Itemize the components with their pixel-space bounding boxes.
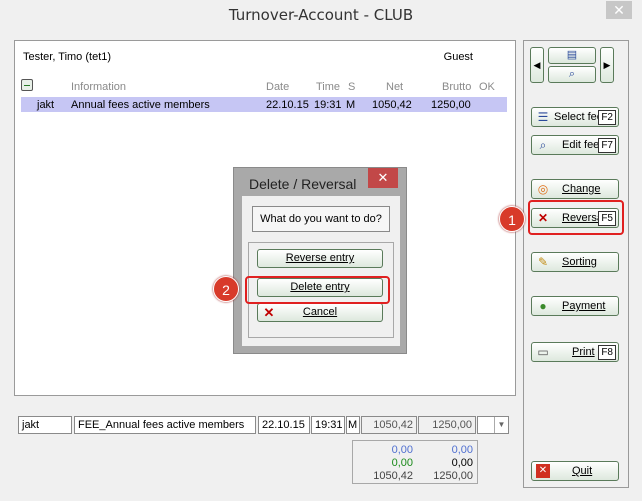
column-header-net[interactable]: Net	[386, 81, 403, 93]
column-header-ok[interactable]: OK	[479, 81, 495, 93]
customer-status: Guest	[443, 51, 473, 63]
ok-dropdown[interactable]: ▼	[477, 416, 509, 434]
delete-entry-highlight	[245, 276, 390, 304]
total-brutto-sum: 1250,00	[433, 470, 473, 482]
collapse-icon[interactable]	[21, 79, 33, 91]
window-title: Turnover-Account - CLUB	[228, 6, 414, 24]
dialog-body: What do you want to do? Reverse entry De…	[242, 196, 400, 346]
select-fee-button[interactable]: ☰ Select fee F2	[531, 107, 619, 127]
chevron-down-icon: ▼	[494, 417, 508, 433]
form-view-icon[interactable]: ▤	[548, 47, 596, 64]
delete-reversal-dialog: Delete / Reversal ✕ What do you want to …	[233, 167, 407, 354]
net-field: 1050,42	[361, 416, 417, 434]
dialog-close-icon[interactable]: ✕	[368, 168, 398, 188]
dialog-question: What do you want to do?	[252, 206, 390, 232]
cancel-button[interactable]: ✕ Cancel	[257, 303, 383, 322]
exit-icon: ✕	[536, 464, 550, 478]
column-header-time[interactable]: Time	[316, 81, 340, 93]
customer-name: Tester, Timo (tet1)	[23, 51, 112, 63]
search-icon[interactable]: ⌕	[548, 66, 596, 83]
fee-field[interactable]: FEE_Annual fees active members	[74, 416, 256, 434]
print-button[interactable]: ▭ Print F8	[531, 342, 619, 362]
code-field[interactable]: jakt	[18, 416, 72, 434]
close-icon[interactable]: ✕	[606, 1, 632, 19]
column-header-s[interactable]: S	[348, 81, 355, 93]
action-sidebar: ◀ ▤ ⌕ ▶ ☰ Select fee F2 ⌕ Edit fee F7 ◎ …	[523, 40, 629, 488]
step-badge-2: 2	[213, 276, 239, 302]
edit-fee-button[interactable]: ⌕ Edit fee F7	[531, 135, 619, 155]
row-date: 22.10.15	[266, 99, 309, 111]
total-brutto-open: 0,00	[451, 444, 473, 456]
time-field[interactable]: 19:31	[311, 416, 345, 434]
dialog-title: Delete / Reversal	[249, 176, 357, 192]
previous-arrow-icon[interactable]: ◀	[530, 47, 544, 83]
total-net-sum: 1050,42	[373, 470, 413, 482]
change-icon: ◎	[537, 182, 549, 196]
entry-detail-bar: jakt FEE_Annual fees active members 22.1…	[14, 408, 516, 488]
total-brutto-paid: 0,00	[451, 457, 473, 469]
navigation-controls: ◀ ▤ ⌕ ▶	[530, 47, 620, 85]
row-s: M	[346, 99, 356, 111]
reversal-highlight	[528, 200, 624, 235]
change-button[interactable]: ◎ Change	[531, 179, 619, 199]
row-brutto: 1250,00	[431, 99, 471, 111]
printer-icon: ▭	[537, 345, 549, 359]
column-header-information[interactable]: Information	[71, 81, 126, 93]
next-arrow-icon[interactable]: ▶	[600, 47, 614, 83]
quit-button[interactable]: ✕ Quit	[531, 461, 619, 481]
brutto-field: 1250,00	[418, 416, 476, 434]
cancel-icon: ✕	[263, 305, 275, 320]
step-badge-1: 1	[499, 206, 525, 232]
sorting-button[interactable]: ✎ Sorting	[531, 252, 619, 272]
row-time: 19:31	[314, 99, 342, 111]
wand-icon: ✎	[537, 255, 549, 269]
row-code: jakt	[37, 99, 55, 111]
coins-icon: ●	[539, 299, 547, 313]
reverse-entry-button[interactable]: Reverse entry	[257, 249, 383, 268]
column-header-brutto[interactable]: Brutto	[442, 81, 471, 93]
list-icon: ☰	[537, 110, 549, 124]
totals-box: 0,00 0,00 0,00 0,00 1050,42 1250,00	[352, 440, 478, 484]
s-field[interactable]: M	[346, 416, 360, 434]
row-net: 1050,42	[372, 99, 412, 111]
payment-button[interactable]: ● Payment	[531, 296, 619, 316]
column-header-date[interactable]: Date	[266, 81, 289, 93]
total-net-paid: 0,00	[391, 457, 413, 469]
total-net-open: 0,00	[391, 444, 413, 456]
row-information: Annual fees active members	[71, 99, 210, 111]
title-bar: Turnover-Account - CLUB ✕	[0, 0, 642, 30]
date-field[interactable]: 22.10.15	[258, 416, 310, 434]
edit-icon: ⌕	[539, 138, 547, 152]
